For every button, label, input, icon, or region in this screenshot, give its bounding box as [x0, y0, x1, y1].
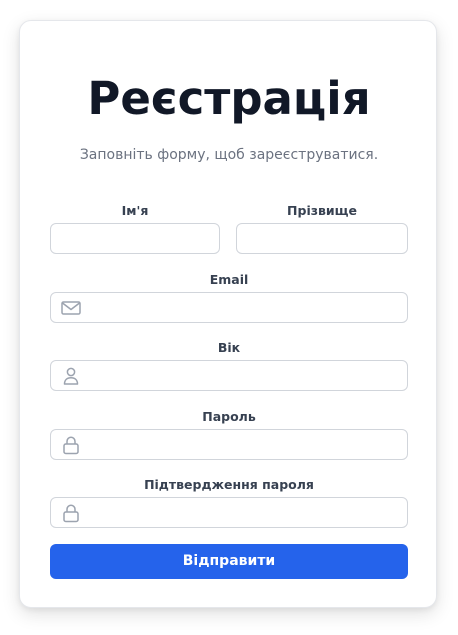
- confirm-password-input[interactable]: [51, 498, 407, 527]
- submit-button[interactable]: Відправити: [50, 544, 408, 579]
- first-name-input[interactable]: [51, 224, 219, 253]
- password-field-wrapper: [50, 429, 408, 460]
- email-field-wrapper: [50, 292, 408, 323]
- email-input[interactable]: [51, 293, 407, 322]
- last-name-input[interactable]: [237, 224, 407, 253]
- password-input[interactable]: [51, 430, 407, 459]
- registration-card: Реєстрація Заповніть форму, щоб зареєстр…: [19, 20, 437, 608]
- age-input[interactable]: [51, 361, 407, 390]
- first-name-field-wrapper: [50, 223, 220, 254]
- page-title: Реєстрація: [87, 72, 371, 125]
- confirm-password-field-wrapper: [50, 497, 408, 528]
- first-name-label: Ім'я: [121, 203, 149, 218]
- age-label: Вік: [217, 340, 241, 355]
- last-name-label: Прізвище: [287, 203, 357, 218]
- email-label: Email: [209, 272, 249, 287]
- password-label: Пароль: [202, 409, 256, 424]
- last-name-field-wrapper: [236, 223, 408, 254]
- confirm-password-label: Підтвердження пароля: [144, 477, 314, 492]
- age-field-wrapper: [50, 360, 408, 391]
- page-subtitle: Заповніть форму, щоб зареєструватися.: [79, 147, 379, 163]
